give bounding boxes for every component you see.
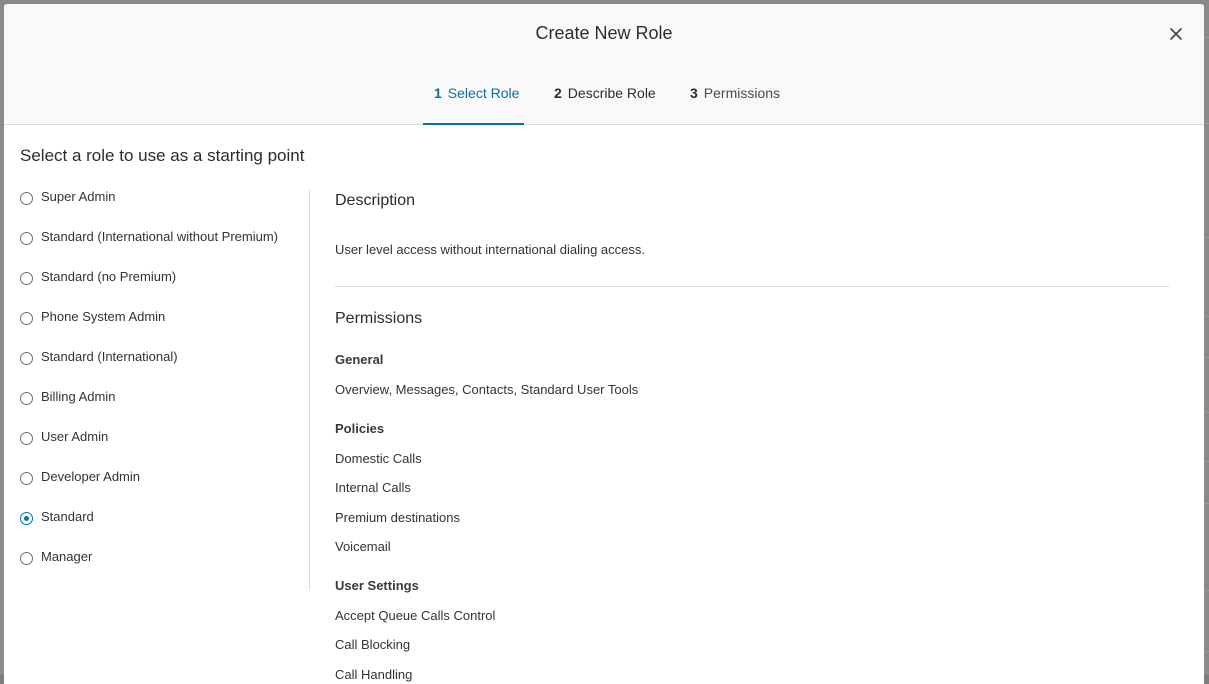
permission-item: Domestic Calls — [335, 451, 1169, 481]
radio-unselected-icon[interactable] — [20, 392, 33, 405]
role-option-label: Super Admin — [41, 187, 115, 207]
modal-header: Create New Role 1 Select Role 2 Describe R… — [4, 4, 1204, 125]
permissions-heading: Permissions — [335, 310, 422, 328]
step-number: 3 — [690, 85, 698, 101]
permission-group-title: General — [335, 352, 1169, 382]
role-select-heading: Select a role to use as a starting point — [20, 146, 304, 166]
permission-item: Call Blocking — [335, 637, 1169, 667]
step-select-role[interactable]: 1 Select Role — [423, 64, 524, 124]
permission-item: Internal Calls — [335, 480, 1169, 510]
description-heading: Description — [335, 192, 415, 210]
permission-item: Overview, Messages, Contacts, Standard U… — [335, 382, 1169, 412]
permission-item: Premium destinations — [335, 510, 1169, 540]
group-spacer — [335, 412, 1169, 421]
active-step-indicator — [423, 123, 524, 125]
role-option[interactable]: Standard (International without Premium) — [20, 228, 310, 268]
radio-unselected-icon[interactable] — [20, 432, 33, 445]
permission-group-title: User Settings — [335, 578, 1169, 608]
permission-group-title: Policies — [335, 421, 1169, 451]
step-permissions[interactable]: 3 Permissions — [690, 64, 790, 124]
step-number: 1 — [434, 85, 442, 101]
role-option-label: Phone System Admin — [41, 307, 165, 327]
step-label: Permissions — [704, 85, 780, 101]
radio-unselected-icon[interactable] — [20, 232, 33, 245]
radio-unselected-icon[interactable] — [20, 192, 33, 205]
modal-title: Create New Role — [4, 23, 1204, 44]
permission-item: Accept Queue Calls Control — [335, 608, 1169, 638]
role-option-label: User Admin — [41, 427, 108, 447]
role-option[interactable]: Standard (no Premium) — [20, 268, 310, 308]
radio-unselected-icon[interactable] — [20, 352, 33, 365]
radio-unselected-icon[interactable] — [20, 272, 33, 285]
permission-item: Call Handling — [335, 667, 1169, 684]
role-option[interactable]: User Admin — [20, 428, 310, 468]
role-option[interactable]: Billing Admin — [20, 388, 310, 428]
radio-unselected-icon[interactable] — [20, 552, 33, 565]
role-option-label: Billing Admin — [41, 387, 115, 407]
description-text: User level access without international … — [335, 242, 645, 257]
step-number: 2 — [554, 85, 562, 101]
role-option[interactable]: Developer Admin — [20, 468, 310, 508]
role-option[interactable]: Standard — [20, 508, 310, 548]
role-option[interactable]: Super Admin — [20, 188, 310, 228]
role-option[interactable]: Phone System Admin — [20, 308, 310, 348]
role-option-label: Standard (International) — [41, 347, 178, 367]
role-option-label: Standard (no Premium) — [41, 267, 176, 287]
role-option-label: Standard — [41, 507, 94, 527]
step-describe-role[interactable]: 2 Describe Role — [554, 64, 664, 124]
role-option-label: Developer Admin — [41, 467, 140, 487]
radio-selected-icon[interactable] — [20, 512, 33, 525]
role-option-label: Standard (International without Premium) — [41, 227, 278, 247]
group-spacer — [335, 569, 1169, 578]
role-radio-list: Super Admin Standard (International witho… — [20, 188, 310, 588]
step-label: Describe Role — [568, 85, 656, 101]
role-option[interactable]: Manager — [20, 548, 310, 588]
close-button[interactable] — [1164, 22, 1188, 46]
close-icon — [1164, 22, 1188, 46]
column-divider — [309, 190, 310, 590]
create-role-modal: Create New Role 1 Select Role 2 Describe R… — [4, 4, 1204, 684]
permission-item: Voicemail — [335, 539, 1169, 569]
role-option-label: Manager — [41, 547, 92, 567]
permission-groups: GeneralOverview, Messages, Contacts, Sta… — [335, 352, 1169, 684]
radio-unselected-icon[interactable] — [20, 312, 33, 325]
radio-unselected-icon[interactable] — [20, 472, 33, 485]
section-divider — [335, 286, 1169, 287]
role-option[interactable]: Standard (International) — [20, 348, 310, 388]
step-label: Select Role — [448, 85, 520, 101]
